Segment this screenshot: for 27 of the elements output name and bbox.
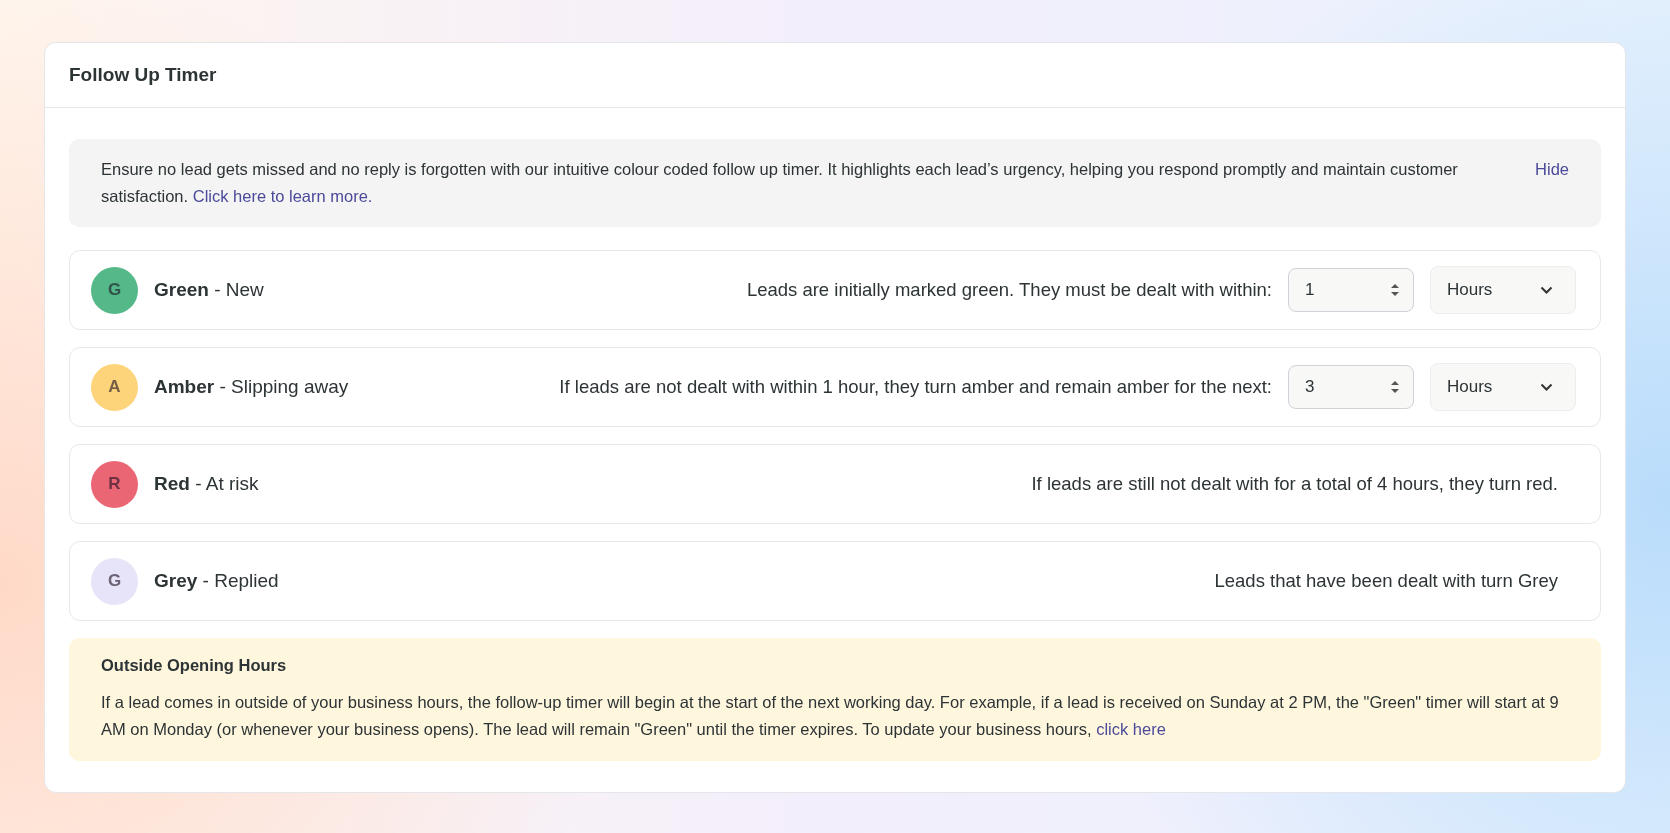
tier-label: Green - New — [154, 279, 264, 301]
tier-description: Leads that have been dealt with turn Grey — [1213, 570, 1559, 592]
unit-dropdown[interactable]: Hours — [1430, 266, 1576, 314]
card-title: Follow Up Timer — [69, 64, 217, 86]
tier-badge: G — [91, 266, 138, 314]
tier-badge: A — [91, 363, 138, 411]
tier-badge: G — [91, 557, 138, 605]
spinner-icon — [1389, 378, 1401, 396]
tier-label: Amber - Slipping away — [154, 376, 349, 398]
chevron-down-icon — [1540, 286, 1553, 294]
unit-dropdown[interactable]: Hours — [1430, 363, 1576, 411]
info-text: Ensure no lead gets missed and no reply is forgotten with our intuitive colour coded follow up timer. It highlights each lead’s urgency, helping you respond promptly and maintain customer satisfaction. Click here to learn more. — [101, 159, 1459, 207]
notice-title: Outside Opening Hours — [101, 656, 288, 675]
tier-description: Leads are initially marked green. They must be dealt with within: — [745, 279, 1272, 301]
learn-more-link[interactable]: Click here to learn more. — [192, 187, 373, 205]
tier-description: If leads are still not dealt with for a total of 4 hours, they turn red. — [1030, 473, 1559, 495]
tier-description: If leads are not dealt with within 1 hour, they turn amber and remain amber for the next: — [558, 376, 1272, 398]
notice-text: If a lead comes in outside of your business hours, the follow-up timer will begin at the start of the next working day. For example, if a lead is received on Sunday at 2 PM, the "Green" timer will start at 9 AM on Monday (or whenever your business opens). The lead will remain "Green" until the timer expires. To update your business hours, click here — [101, 692, 1560, 740]
number-field[interactable]: 3 — [1288, 365, 1414, 409]
hide-link[interactable]: Hide — [1535, 156, 1569, 183]
tier-label: Grey - Replied — [154, 570, 279, 592]
number-field[interactable]: 1 — [1288, 268, 1414, 312]
spinner-icon — [1389, 281, 1401, 299]
chevron-down-icon — [1540, 383, 1553, 391]
tier-badge: R — [91, 460, 138, 508]
tier-label: Red - At risk — [154, 473, 259, 495]
business-hours-link[interactable]: click here — [1096, 720, 1166, 738]
